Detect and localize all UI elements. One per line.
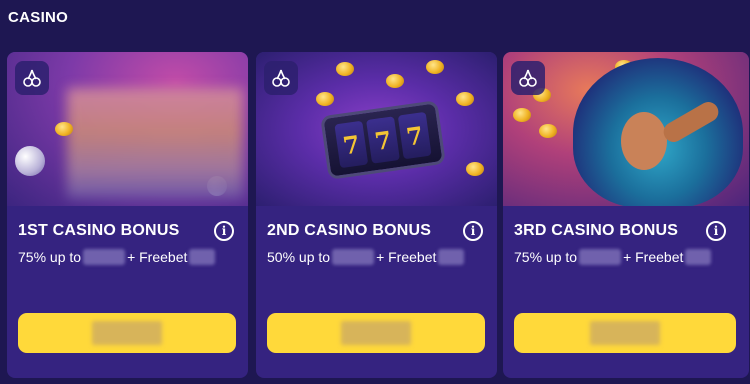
coin-decoration: [513, 108, 531, 122]
blurred-freebet-amount: [438, 249, 465, 265]
blurred-image-area: [67, 88, 243, 198]
bonus-title: 1ST CASINO BONUS: [18, 222, 180, 239]
freebet-text: + Freebet: [623, 249, 684, 265]
blurred-freebet-amount: [685, 249, 712, 265]
bonus-percent-text: 75% up to: [18, 249, 82, 265]
section-title: CASINO: [8, 9, 69, 26]
bonus-description: 75% up to + Freebet: [18, 247, 217, 267]
cherries-icon: [511, 61, 545, 95]
bonus-description: 50% up to + Freebet: [267, 247, 466, 267]
info-icon[interactable]: i: [706, 221, 726, 241]
bonus-card-1[interactable]: 1ST CASINO BONUS i 75% up to + Freebet: [7, 52, 248, 378]
orb-decoration: [15, 146, 45, 176]
blurred-amount: [83, 249, 126, 265]
bonus-percent-text: 50% up to: [267, 249, 331, 265]
bonus-title: 3RD CASINO BONUS: [514, 222, 679, 239]
coin-decoration: [456, 92, 474, 106]
bonus-percent-text: 75% up to: [514, 249, 578, 265]
coin-decoration: [55, 122, 73, 136]
claim-bonus-button[interactable]: [267, 313, 485, 353]
bonus-cards: 1ST CASINO BONUS i 75% up to + Freebet 7…: [7, 52, 749, 384]
claim-bonus-button[interactable]: [18, 313, 236, 353]
coin-decoration: [539, 124, 557, 138]
blurred-button-label: [590, 321, 660, 345]
coin-decoration: [336, 62, 354, 76]
slot-machine: 7 7 7: [320, 100, 446, 180]
bonus-card-3[interactable]: 3RD CASINO BONUS i 75% up to + Freebet: [503, 52, 749, 378]
coin-decoration: [316, 92, 334, 106]
slot-reel: 7: [397, 111, 432, 160]
coin-decoration: [386, 74, 404, 88]
bonus-description: 75% up to + Freebet: [514, 247, 713, 267]
cherries-icon: [15, 61, 49, 95]
info-icon[interactable]: i: [463, 221, 483, 241]
blurred-amount: [332, 249, 375, 265]
dancer-face: [621, 112, 667, 170]
blurred-freebet-amount: [189, 249, 216, 265]
blurred-button-label: [92, 321, 162, 345]
claim-bonus-button[interactable]: [514, 313, 736, 353]
freebet-text: + Freebet: [376, 249, 437, 265]
slot-reel: 7: [366, 116, 400, 164]
bonus-title: 2ND CASINO BONUS: [267, 222, 432, 239]
coin-decoration: [426, 60, 444, 74]
info-icon[interactable]: i: [214, 221, 234, 241]
cherries-icon: [264, 61, 298, 95]
coin-decoration: [466, 162, 484, 176]
blurred-amount: [579, 249, 622, 265]
blurred-button-label: [341, 321, 411, 345]
bonus-card-2[interactable]: 7 7 7 2ND CASINO BONUS i 50% up to + Fre…: [256, 52, 497, 378]
slot-reel: 7: [334, 120, 369, 169]
freebet-text: + Freebet: [127, 249, 188, 265]
